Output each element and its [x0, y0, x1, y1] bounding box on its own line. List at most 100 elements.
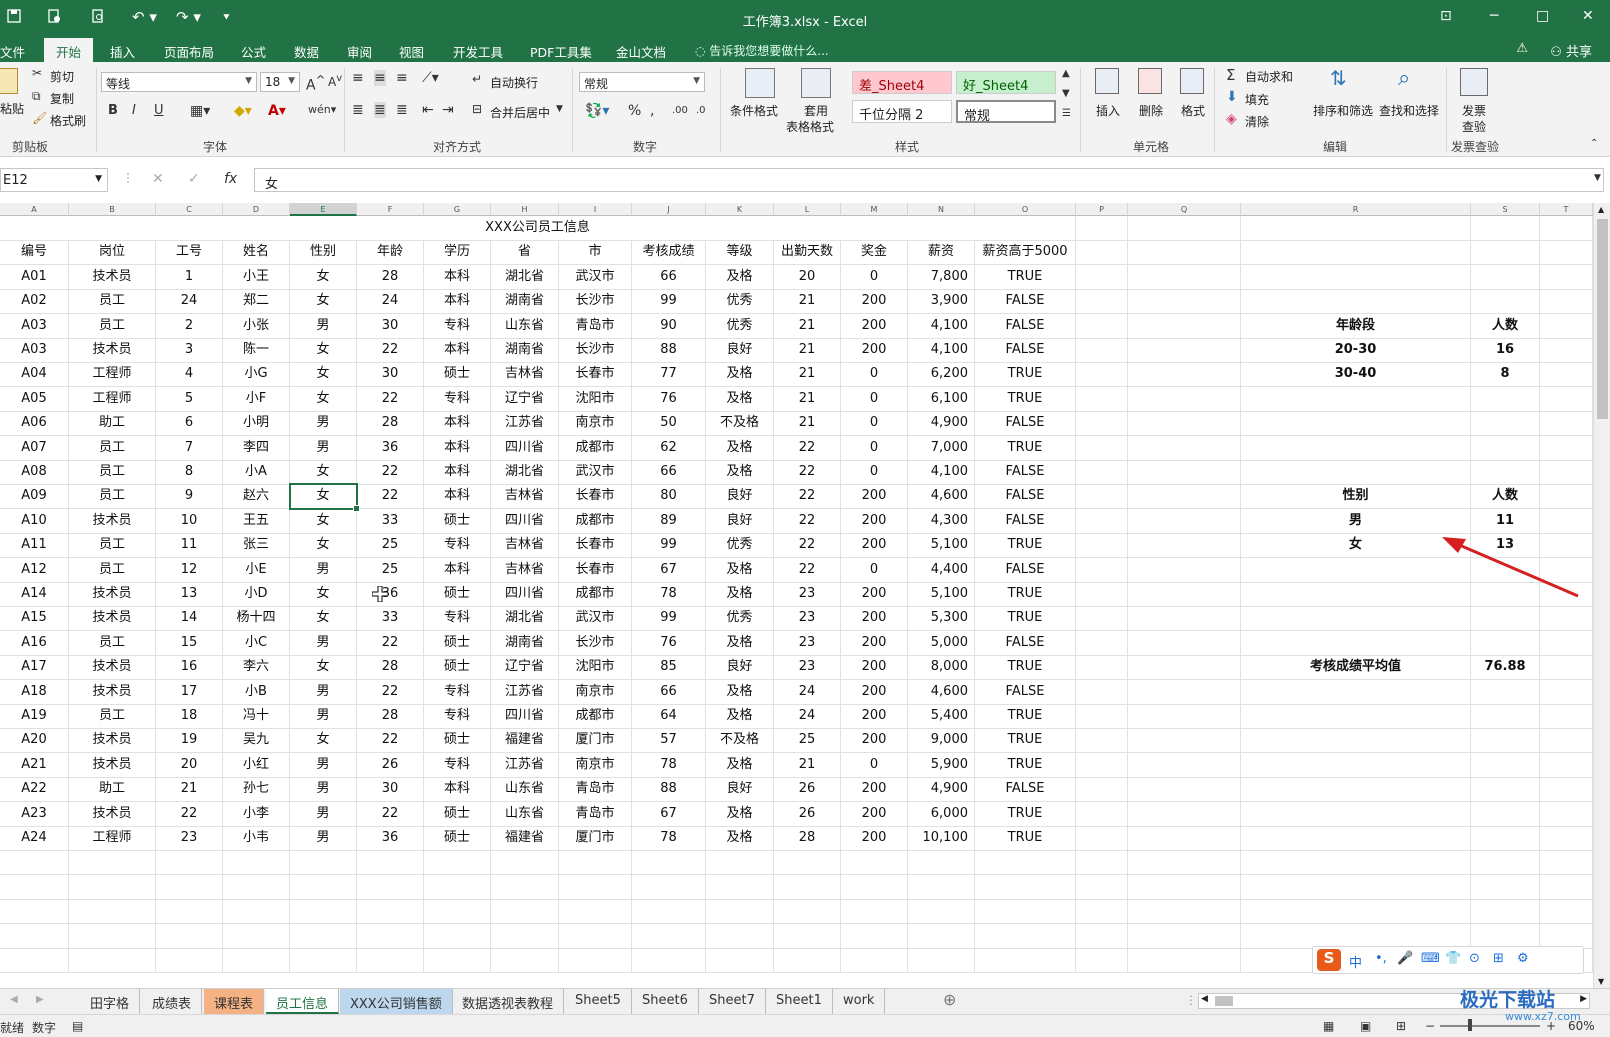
style-bad-sheet4[interactable]: 差_Sheet4 — [852, 71, 952, 94]
share-button[interactable]: ⚇ 共享 — [1550, 41, 1592, 60]
align-center-icon[interactable]: ≣ — [374, 102, 386, 118]
font-name-combo[interactable]: 等线 ▼ — [101, 72, 257, 92]
zoom-slider-thumb[interactable] — [1468, 1019, 1472, 1031]
paste-icon[interactable] — [0, 68, 18, 94]
cancel-icon[interactable]: ✕ — [152, 171, 164, 187]
align-right-icon[interactable]: ≣ — [396, 102, 408, 118]
clear-button[interactable]: 清除 — [1245, 113, 1269, 130]
zoom-out-icon[interactable]: − — [1425, 1019, 1435, 1033]
sheet-tab[interactable]: Sheet6 — [632, 989, 699, 1014]
style-good-sheet4[interactable]: 好_Sheet4 — [956, 71, 1056, 94]
font-size-combo[interactable]: 18 ▼ — [260, 72, 300, 92]
sort-filter-button[interactable]: 排序和筛选 — [1313, 102, 1373, 119]
tell-me-input[interactable]: ◌ 告诉我您想要做什么... — [695, 42, 829, 59]
expand-formula-icon[interactable]: ▼ — [1594, 173, 1601, 183]
macro-record-icon[interactable]: ▤ — [72, 1019, 83, 1033]
sheet-tab[interactable]: 课程表 — [204, 989, 265, 1014]
microphone-icon[interactable]: 🎤 — [1397, 951, 1413, 966]
comma-style-icon[interactable]: , — [650, 103, 654, 119]
italic-button[interactable]: I — [132, 103, 136, 118]
warning-icon[interactable]: ⚠ — [1516, 41, 1528, 56]
game-icon[interactable]: ⊙ — [1469, 951, 1480, 966]
skin-icon[interactable]: 👕 — [1445, 951, 1461, 966]
close-icon[interactable]: ✕ — [1582, 8, 1594, 24]
sheet-tab[interactable]: Sheet1 — [766, 989, 833, 1014]
chevron-down-icon[interactable]: ▼ — [556, 104, 563, 114]
format-as-table-label-2[interactable]: 表格格式 — [786, 118, 834, 135]
menu-page-layout[interactable]: 页面布局 — [164, 42, 214, 61]
h-scroll-thumb[interactable] — [1215, 996, 1233, 1006]
indent-decrease-icon[interactable]: ⇤ — [422, 102, 434, 118]
menu-file[interactable]: 文件 — [0, 42, 25, 61]
keyboard-icon[interactable]: ⌨ — [1421, 951, 1440, 966]
sheet-tab[interactable]: 田字格 — [80, 989, 141, 1014]
format-as-table-label-1[interactable]: 套用 — [804, 102, 828, 119]
indent-increase-icon[interactable]: ⇥ — [442, 102, 454, 118]
paste-label[interactable]: 粘贴 — [0, 100, 24, 117]
sheet-tab[interactable]: Sheet7 — [699, 989, 766, 1014]
align-bottom-icon[interactable]: ≡ — [396, 70, 408, 86]
punctuation-icon[interactable]: •, — [1375, 951, 1387, 966]
sheet-tab[interactable]: 员工信息 — [266, 989, 340, 1014]
styles-more-icon[interactable]: ☰ — [1062, 108, 1071, 119]
autosum-button[interactable]: 自动求和 — [1245, 68, 1293, 85]
ime-lang-toggle[interactable]: 中 — [1349, 952, 1362, 971]
increase-font-icon[interactable]: A^ — [306, 73, 325, 94]
menu-formulas[interactable]: 公式 — [241, 42, 266, 61]
enter-icon[interactable]: ✓ — [188, 171, 200, 187]
settings-icon[interactable]: ⚙ — [1517, 951, 1529, 966]
orientation-icon[interactable]: ⟋▾ — [422, 70, 439, 86]
number-format-combo[interactable]: 常规 ▼ — [579, 72, 705, 92]
invoice-check-label-2[interactable]: 查验 — [1462, 118, 1486, 135]
styles-scroll-down-icon[interactable]: ▼ — [1062, 88, 1070, 99]
vertical-scrollbar[interactable]: ▲ ▼ — [1593, 203, 1610, 988]
font-color-icon[interactable]: A▾ — [268, 103, 286, 119]
style-comma-2[interactable]: 千位分隔 2 — [852, 100, 952, 123]
menu-pdf-tools[interactable]: PDF工具集 — [530, 42, 592, 61]
prev-sheet-icon[interactable]: ◀ — [10, 994, 18, 1005]
zoom-slider[interactable] — [1440, 1025, 1540, 1027]
next-sheet-icon[interactable]: ▶ — [36, 994, 44, 1005]
scroll-right-icon[interactable]: ▶ — [1580, 994, 1587, 1004]
style-normal[interactable]: 常规 — [956, 100, 1056, 124]
sheet-tab[interactable]: 成绩表 — [142, 989, 203, 1014]
fill-button[interactable]: 填充 — [1245, 91, 1269, 108]
scroll-up-icon[interactable]: ▲ — [1598, 205, 1604, 214]
maximize-icon[interactable]: □ — [1536, 8, 1549, 24]
insert-cells-button[interactable]: 插入 — [1096, 102, 1120, 119]
percent-button[interactable]: % — [628, 103, 641, 119]
page-break-view-icon[interactable]: ⊞ — [1396, 1019, 1406, 1033]
menu-insert[interactable]: 插入 — [110, 42, 135, 61]
ime-toolbar[interactable]: S 中 •, 🎤 ⌨ 👕 ⊙ ⊞ ⚙ — [1312, 946, 1584, 974]
align-middle-icon[interactable]: ≡ — [374, 70, 386, 86]
sheet-tab[interactable]: Sheet5 — [565, 989, 632, 1014]
normal-view-icon[interactable]: ▦ — [1323, 1019, 1334, 1033]
merge-center-button[interactable]: 合并后居中 — [490, 104, 550, 121]
align-left-icon[interactable]: ≣ — [352, 102, 364, 118]
border-icon[interactable]: ▦▾ — [190, 103, 210, 119]
cut-button[interactable]: 剪切 — [50, 68, 74, 85]
scroll-thumb[interactable] — [1597, 219, 1608, 419]
align-top-icon[interactable]: ≡ — [352, 70, 364, 86]
menu-view[interactable]: 视图 — [399, 42, 424, 61]
collapse-ribbon-icon[interactable]: ⌃ — [1590, 138, 1598, 149]
fill-color-icon[interactable]: ◆▾ — [234, 103, 252, 119]
phonetic-icon[interactable]: wén▾ — [308, 103, 336, 116]
increase-decimal-icon[interactable]: .00 — [672, 105, 688, 116]
decrease-font-icon[interactable]: Av — [328, 73, 342, 89]
sheet-tab[interactable]: work — [833, 989, 886, 1014]
name-box[interactable]: E12 ▼ — [0, 168, 108, 192]
sheet-tab[interactable]: 数据透视表教程 — [452, 989, 565, 1014]
menu-developer[interactable]: 开发工具 — [453, 42, 503, 61]
format-cells-button[interactable]: 格式 — [1181, 102, 1205, 119]
menu-kingsoft-docs[interactable]: 金山文档 — [616, 42, 666, 61]
minimize-icon[interactable]: ─ — [1490, 8, 1498, 24]
sheet-tab[interactable]: XXX公司销售额 — [340, 989, 453, 1014]
copy-button[interactable]: 复制 — [50, 90, 74, 107]
menu-review[interactable]: 审阅 — [347, 42, 372, 61]
toolbox-icon[interactable]: ⊞ — [1493, 951, 1504, 966]
tabs-splitter-icon[interactable]: ⋮ — [1185, 993, 1197, 1007]
delete-cells-button[interactable]: 删除 — [1139, 102, 1163, 119]
underline-button[interactable]: U — [154, 103, 164, 118]
worksheet-grid[interactable]: ABCDEFGHIJKLMNOPQRST XXX公司员工信息 编号 岗位 工号 姓名 性别… — [0, 203, 1593, 988]
